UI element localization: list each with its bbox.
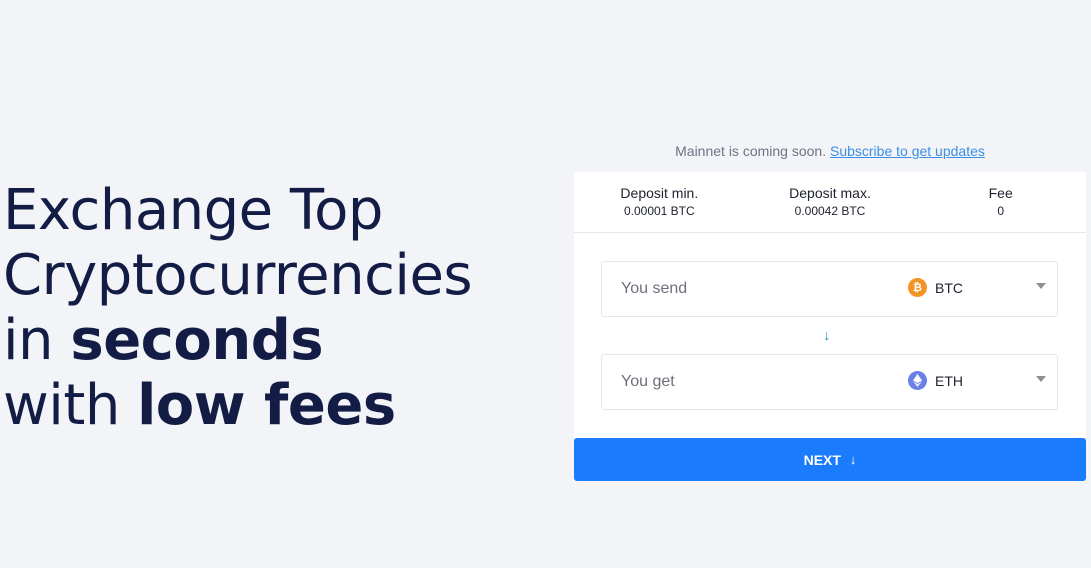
get-amount-field[interactable]: You get ETH bbox=[601, 354, 1058, 410]
stat-label: Deposit min. bbox=[620, 185, 699, 201]
get-currency-select[interactable]: ETH bbox=[908, 371, 963, 390]
hero-line-1: Exchange Top bbox=[3, 178, 383, 243]
next-button[interactable]: NEXT ↓ bbox=[574, 438, 1086, 481]
stat-deposit-min: Deposit min. 0.00001 BTC bbox=[574, 172, 745, 232]
stat-value: 0 bbox=[997, 204, 1005, 218]
stat-label: Fee bbox=[988, 185, 1013, 201]
hero-line-3-bold: seconds bbox=[70, 308, 324, 373]
stat-label: Deposit max. bbox=[789, 185, 871, 201]
exchange-form: You send ₿ BTC ↓ You get ETH bbox=[574, 233, 1086, 439]
stat-deposit-max: Deposit max. 0.00042 BTC bbox=[745, 172, 916, 232]
notice-text: Mainnet is coming soon. bbox=[675, 143, 827, 159]
get-placeholder: You get bbox=[621, 373, 675, 390]
hero-line-4: with low fees bbox=[3, 373, 472, 438]
deposit-stats: Deposit min. 0.00001 BTC Deposit max. 0.… bbox=[574, 172, 1086, 233]
get-currency-label: ETH bbox=[935, 372, 963, 389]
hero-line-3-prefix: in bbox=[3, 308, 71, 373]
next-button-label: NEXT bbox=[803, 451, 841, 468]
chevron-down-icon[interactable] bbox=[1036, 376, 1046, 382]
stat-fee: Fee 0 bbox=[915, 172, 1086, 232]
exchange-card: Deposit min. 0.00001 BTC Deposit max. 0.… bbox=[574, 172, 1086, 439]
bitcoin-icon: ₿ bbox=[908, 278, 927, 297]
stat-value: 0.00042 BTC bbox=[794, 204, 866, 218]
send-currency-select[interactable]: ₿ BTC bbox=[908, 278, 963, 297]
arrow-down-icon: ↓ bbox=[823, 327, 831, 344]
hero-line-4-bold: low fees bbox=[137, 373, 396, 438]
arrow-down-icon: ↓ bbox=[849, 452, 857, 467]
hero-line-4-prefix: with bbox=[3, 373, 138, 438]
hero-line-3: in seconds bbox=[3, 308, 472, 373]
subscribe-link[interactable]: Subscribe to get updates bbox=[830, 143, 985, 159]
ethereum-icon bbox=[908, 371, 927, 390]
chevron-down-icon[interactable] bbox=[1036, 283, 1046, 289]
stat-value: 0.00001 BTC bbox=[623, 204, 695, 218]
send-placeholder: You send bbox=[621, 280, 688, 297]
mainnet-notice: Mainnet is coming soon. Subscribe to get… bbox=[574, 143, 1086, 159]
send-amount-field[interactable]: You send ₿ BTC bbox=[601, 261, 1058, 317]
hero-line-2: Cryptocurrencies bbox=[3, 243, 473, 308]
hero-heading: Exchange Top Cryptocurrencies in seconds… bbox=[3, 178, 473, 438]
send-currency-label: BTC bbox=[935, 279, 963, 296]
